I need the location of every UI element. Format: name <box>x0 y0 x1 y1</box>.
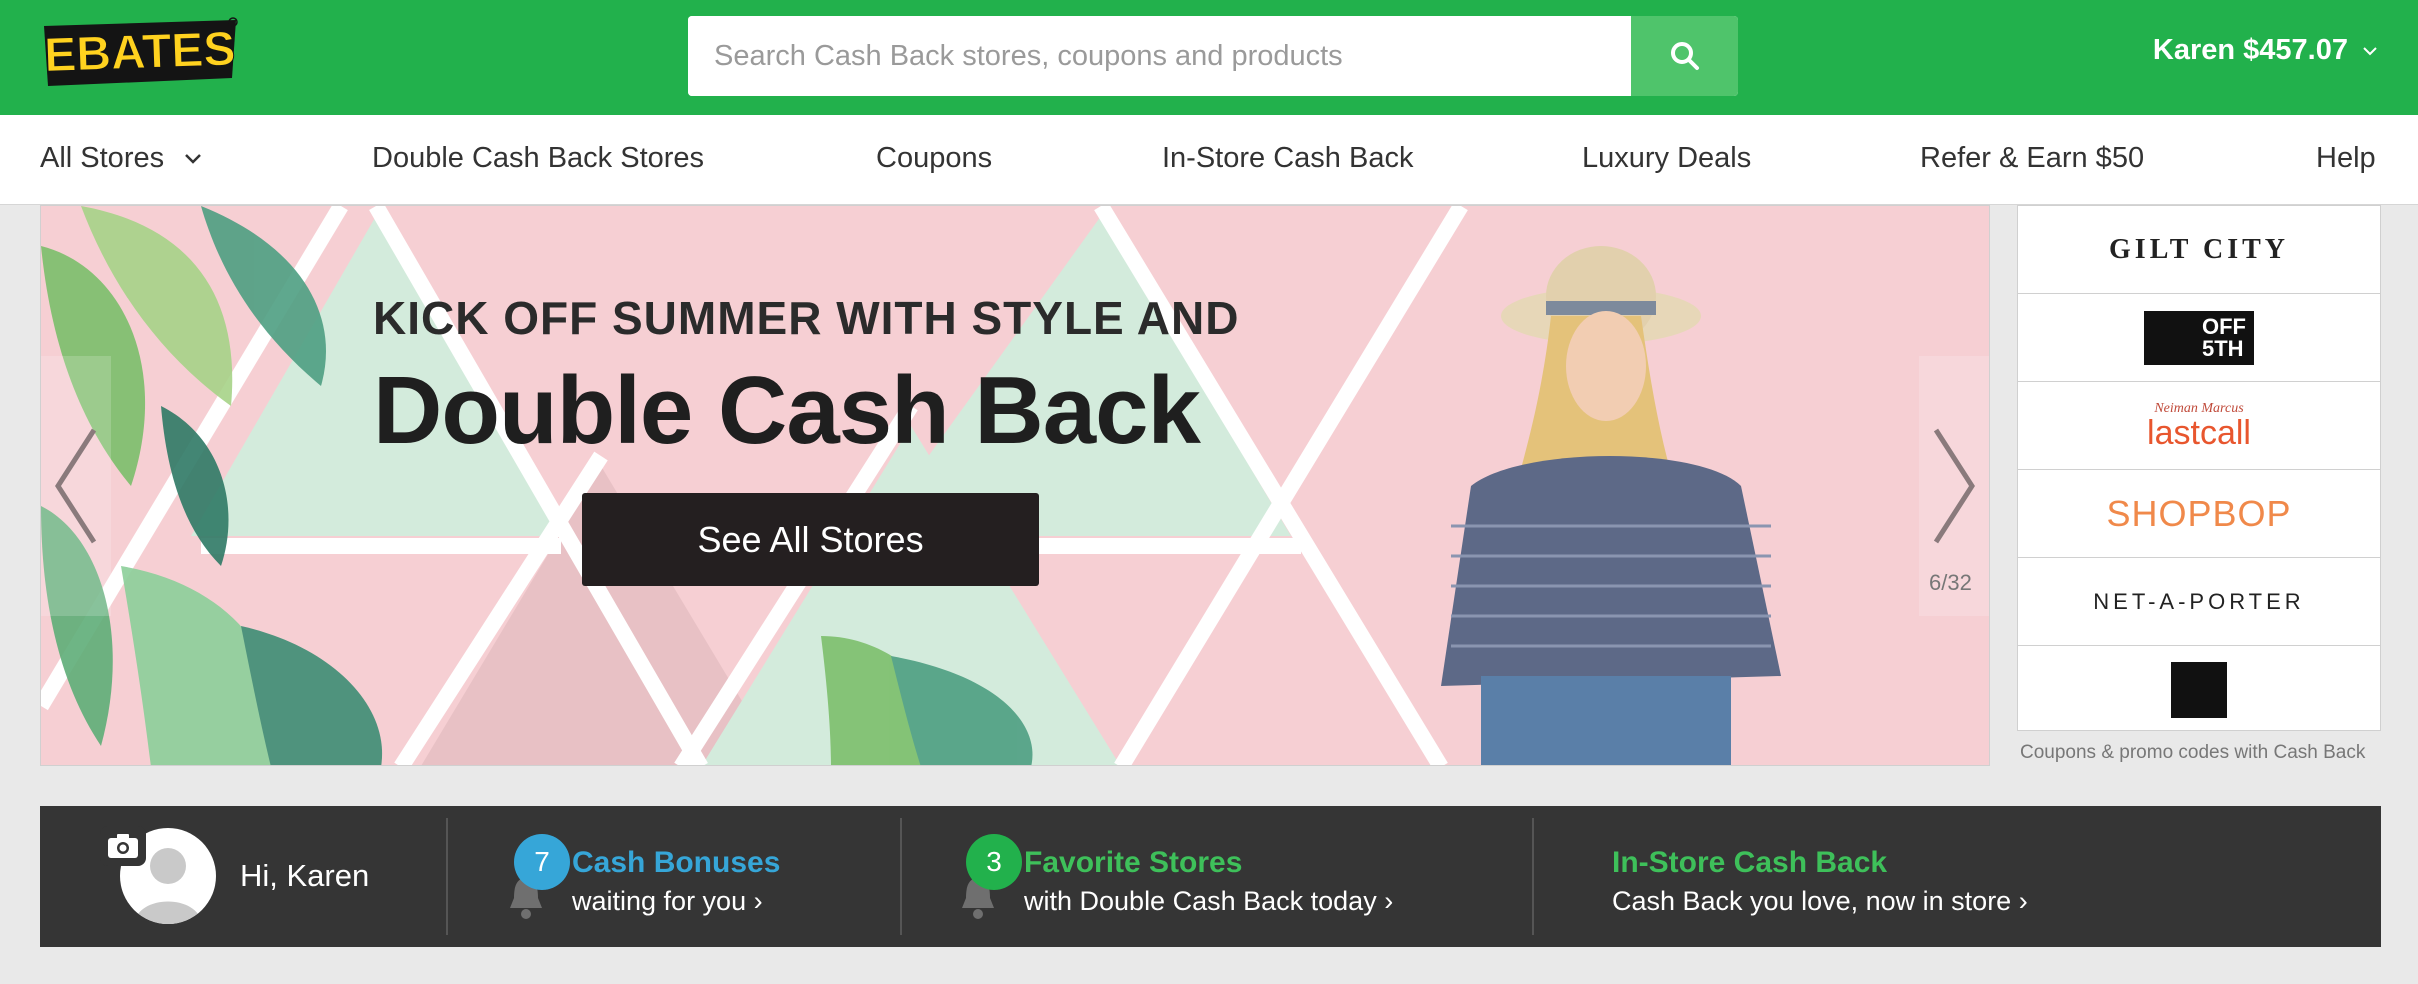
see-all-stores-button[interactable]: See All Stores <box>582 493 1039 586</box>
nav-all-stores-label: All Stores <box>40 142 165 174</box>
camera-icon[interactable] <box>100 826 146 866</box>
nav-in-store-cash-back[interactable]: In-Store Cash Back <box>1162 142 1413 175</box>
nav-in-store-label: In-Store Cash Back <box>1162 142 1414 174</box>
store-saks-off-5th[interactable]: OFF 5TH <box>2018 294 2380 382</box>
store-lastcall[interactable]: Neiman Marcus lastcall <box>2018 382 2380 470</box>
chevron-down-icon <box>2363 46 2377 55</box>
main-nav: All Stores Double Cash Back Stores Coupo… <box>0 115 2418 205</box>
search-button[interactable] <box>1631 16 1738 96</box>
divider <box>1532 818 1534 935</box>
hero-carousel[interactable]: KICK OFF SUMMER WITH STYLE AND Double Ca… <box>40 205 1990 766</box>
ebates-logo[interactable]: EBATES <box>40 16 240 96</box>
nav-refer-earn[interactable]: Refer & Earn $50 <box>1920 142 2144 175</box>
store-saks-fifth-avenue[interactable] <box>2018 646 2380 734</box>
divider <box>446 818 448 935</box>
chevron-down-icon <box>185 154 201 164</box>
cash-bonuses-subtitle: waiting for you › <box>572 886 763 916</box>
greeting: Hi, Karen <box>240 858 370 893</box>
shopbop-logo: SHOPBOP <box>2106 492 2292 534</box>
nav-coupons[interactable]: Coupons <box>876 142 992 175</box>
nav-help[interactable]: Help <box>2316 142 2376 175</box>
svg-text:EBATES: EBATES <box>43 23 236 83</box>
favorite-stores-link[interactable]: 3 Favorite Stores with Double Cash Back … <box>952 816 1512 936</box>
nav-luxury-deals[interactable]: Luxury Deals <box>1582 142 1751 175</box>
stores-caption: Coupons & promo codes with Cash Back <box>2020 742 2366 763</box>
hero-kicker: KICK OFF SUMMER WITH STYLE AND <box>373 292 1240 344</box>
store-gilt-city[interactable]: GILT CITY <box>2018 206 2380 294</box>
account-menu[interactable]: Karen $457.07 <box>2153 34 2378 67</box>
hero-headline: Double Cash Back <box>373 357 1201 464</box>
favorite-stores-count: 3 <box>966 834 1022 890</box>
search-icon <box>1670 42 1699 70</box>
cash-bonuses-count: 7 <box>514 834 570 890</box>
divider <box>900 818 902 935</box>
gilt-city-logo: GILT CITY <box>2109 233 2289 265</box>
chevron-right-icon: › <box>753 886 763 916</box>
store-net-a-porter[interactable]: NET-A-PORTER <box>2018 558 2380 646</box>
search-bar <box>688 16 1738 96</box>
nav-coupons-label: Coupons <box>876 142 993 174</box>
account-label: Karen $457.07 <box>2152 34 2348 66</box>
cash-bonuses-link[interactable]: 7 Cash Bonuses waiting for you › <box>500 816 900 936</box>
nav-luxury-deals-label: Luxury Deals <box>1582 142 1752 174</box>
nav-refer-earn-label: Refer & Earn $50 <box>1920 142 2145 174</box>
net-a-porter-logo: NET-A-PORTER <box>2093 588 2305 614</box>
nav-double-cash-back-label: Double Cash Back Stores <box>372 142 705 174</box>
in-store-cash-back-link[interactable]: In-Store Cash Back Cash Back you love, n… <box>1612 816 2172 936</box>
chevron-right-icon: › <box>1384 886 1394 916</box>
saks-off-5th-logo: OFF 5TH <box>2144 310 2254 365</box>
member-bar: Hi, Karen 7 Cash Bonuses waiting for you… <box>40 806 2381 947</box>
search-input[interactable] <box>688 16 1633 96</box>
store-shopbop[interactable]: SHOPBOP <box>2018 470 2380 558</box>
in-store-subtitle: Cash Back you love, now in store › <box>1612 886 2028 916</box>
slide-counter: 6/32 <box>1929 570 1972 595</box>
chevron-right-icon: › <box>2018 886 2028 916</box>
carousel-prev-button[interactable] <box>41 356 111 616</box>
in-store-title: In-Store Cash Back <box>1612 846 1888 879</box>
nav-help-label: Help <box>2316 142 2376 174</box>
favorite-stores-subtitle: with Double Cash Back today › <box>1024 886 1394 916</box>
nav-double-cash-back[interactable]: Double Cash Back Stores <box>372 142 704 175</box>
favorite-stores-title: Favorite Stores <box>1024 846 1243 879</box>
hero-background <box>41 206 1989 765</box>
lastcall-logo: Neiman Marcus lastcall <box>2147 400 2251 452</box>
chevron-left-icon <box>55 428 97 544</box>
featured-stores-panel: GILT CITY OFF 5TH Neiman Marcus lastcall … <box>2017 205 2381 731</box>
top-header: EBATES Karen $457.07 <box>0 0 2418 115</box>
nav-all-stores[interactable]: All Stores <box>40 142 202 175</box>
saks-fifth-avenue-logo <box>2171 662 2227 718</box>
cash-bonuses-title: Cash Bonuses <box>572 846 781 879</box>
chevron-right-icon <box>1933 428 1975 544</box>
